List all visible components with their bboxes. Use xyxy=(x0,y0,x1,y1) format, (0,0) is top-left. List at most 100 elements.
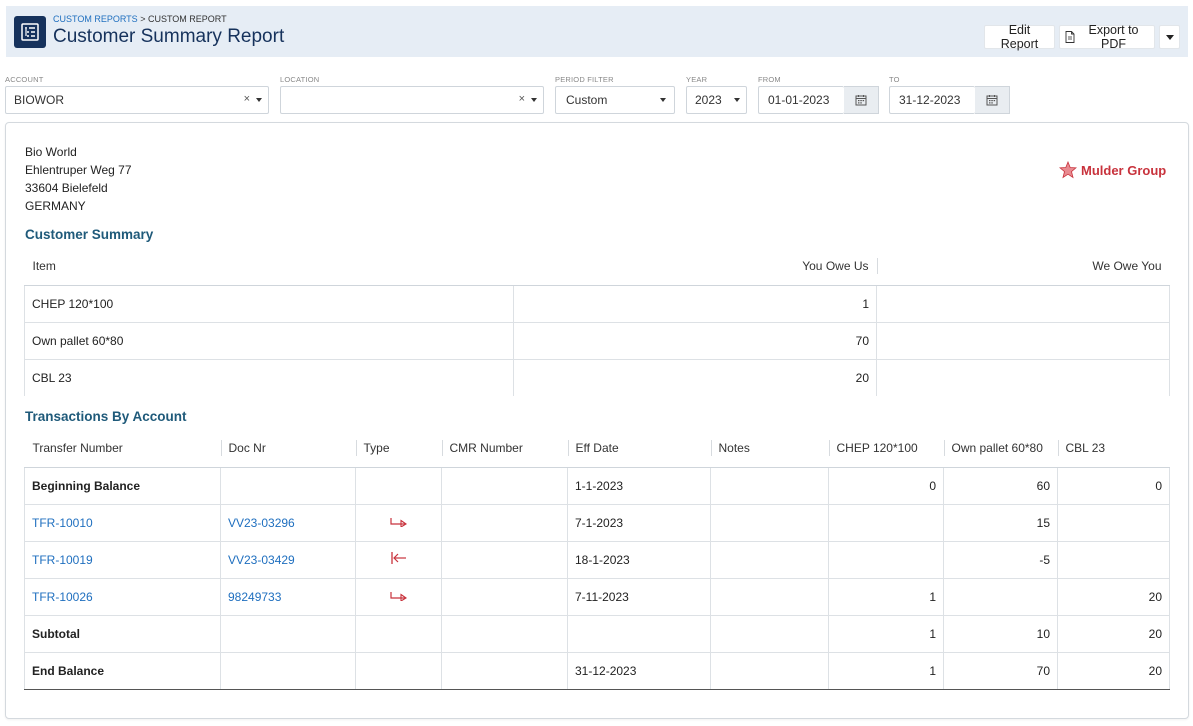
period-filter-select[interactable]: Custom xyxy=(555,86,675,114)
header-doc-nr: Doc Nr xyxy=(220,430,356,468)
chep-qty: 1 xyxy=(828,615,944,653)
breadcrumb-link-custom-reports[interactable]: CUSTOM REPORTS xyxy=(53,14,138,24)
doc-nr-link[interactable]: VV23-03429 xyxy=(220,541,356,579)
type-cell xyxy=(355,467,442,505)
doc-nr xyxy=(220,615,356,653)
type-cell xyxy=(355,652,442,690)
clear-account-icon[interactable]: × xyxy=(244,93,250,105)
summary-header-row: Item You Owe Us We Owe You xyxy=(24,248,1170,286)
notes xyxy=(710,652,829,690)
transfer-number-link[interactable]: TFR-10019 xyxy=(24,541,221,579)
year-label: YEAR xyxy=(686,75,708,84)
summary-item: CHEP 120*100 xyxy=(24,285,514,323)
doc-nr-link[interactable]: VV23-03296 xyxy=(220,504,356,542)
chep-qty xyxy=(828,504,944,542)
table-row: Subtotal 1 10 20 xyxy=(24,615,1170,653)
table-row: Own pallet 60*80 70 xyxy=(24,322,1170,360)
transfer-number-link[interactable]: TFR-10026 xyxy=(24,578,221,616)
summary-we-owe-you xyxy=(876,285,1170,323)
cmr-number xyxy=(441,504,568,542)
transfer-number: Subtotal xyxy=(24,615,221,653)
location-label: LOCATION xyxy=(280,75,320,84)
chevron-down-icon xyxy=(734,98,740,102)
export-pdf-button[interactable]: Export to PDF xyxy=(1059,23,1155,51)
header-notes: Notes xyxy=(710,430,829,468)
header-transfer-number: Transfer Number xyxy=(24,430,221,468)
to-date-input[interactable]: 31-12-2023 xyxy=(889,86,975,114)
type-cell xyxy=(355,578,442,616)
more-actions-dropdown[interactable] xyxy=(1159,25,1180,49)
doc-nr xyxy=(220,652,356,690)
chevron-down-icon xyxy=(531,98,537,102)
year-select[interactable]: 2023 xyxy=(686,86,747,114)
summary-you-owe-us: 70 xyxy=(513,322,877,360)
doc-nr-link[interactable]: 98249733 xyxy=(220,578,356,616)
account-select[interactable]: BIOWOR × xyxy=(5,86,269,114)
table-row: TFR-10019 VV23-03429 18-1-2023 -5 xyxy=(24,541,1170,579)
page-title: Customer Summary Report xyxy=(53,26,285,47)
transfer-number: Beginning Balance xyxy=(24,467,221,505)
summary-header-item: Item xyxy=(24,248,514,286)
clear-location-icon[interactable]: × xyxy=(519,93,525,105)
breadcrumb-separator: > xyxy=(137,14,148,24)
cbl-qty: 0 xyxy=(1057,467,1170,505)
page-header: CUSTOM REPORTS > CUSTOM REPORT Customer … xyxy=(6,6,1188,57)
type-cell xyxy=(355,504,442,542)
location-select[interactable]: × xyxy=(280,86,544,114)
summary-you-owe-us: 1 xyxy=(513,285,877,323)
summary-we-owe-you xyxy=(876,322,1170,360)
logo-text: Mulder Group xyxy=(1081,162,1167,178)
to-date-value: 31-12-2023 xyxy=(899,93,961,107)
star-logo-icon xyxy=(1059,161,1077,179)
report-list-icon xyxy=(14,16,46,48)
account-label: ACCOUNT xyxy=(5,75,44,84)
chep-qty xyxy=(828,541,944,579)
header-own-pallet: Own pallet 60*80 xyxy=(943,430,1058,468)
summary-header-you-owe-us: You Owe Us xyxy=(513,248,877,286)
notes xyxy=(710,504,829,542)
incoming-arrow-icon xyxy=(389,551,409,565)
transactions-header-row: Transfer Number Doc Nr Type CMR Number E… xyxy=(24,430,1170,468)
cbl-qty: 20 xyxy=(1057,578,1170,616)
outgoing-arrow-icon xyxy=(389,589,409,601)
customer-country: GERMANY xyxy=(25,199,86,213)
cbl-qty xyxy=(1057,541,1170,579)
customer-street: Ehlentruper Weg 77 xyxy=(25,163,132,177)
pdf-file-icon xyxy=(1065,31,1075,43)
own-pallet-qty: -5 xyxy=(943,541,1058,579)
customer-summary-title: Customer Summary xyxy=(25,227,154,242)
transfer-number: End Balance xyxy=(24,652,221,690)
header-eff-date: Eff Date xyxy=(567,430,711,468)
period-filter-label: PERIOD FILTER xyxy=(555,75,614,84)
cmr-number xyxy=(441,467,568,505)
year-value: 2023 xyxy=(695,93,722,107)
notes xyxy=(710,541,829,579)
eff-date xyxy=(567,615,711,653)
to-calendar-button[interactable] xyxy=(975,86,1010,114)
header-type: Type xyxy=(355,430,442,468)
transactions-title: Transactions By Account xyxy=(25,409,187,424)
caret-down-icon xyxy=(1165,34,1174,40)
eff-date: 7-1-2023 xyxy=(567,504,711,542)
period-filter-value: Custom xyxy=(566,93,608,107)
customer-city: 33604 Bielefeld xyxy=(25,181,108,195)
chep-qty: 1 xyxy=(828,652,944,690)
summary-we-owe-you xyxy=(876,359,1170,396)
from-date-input[interactable]: 01-01-2023 xyxy=(758,86,844,114)
table-row: CHEP 120*100 1 xyxy=(24,285,1170,323)
chep-qty: 1 xyxy=(828,578,944,616)
own-pallet-qty xyxy=(943,578,1058,616)
outgoing-arrow-icon xyxy=(389,515,409,527)
from-calendar-button[interactable] xyxy=(844,86,879,114)
account-value: BIOWOR xyxy=(14,93,64,107)
company-logo: Mulder Group xyxy=(1059,161,1166,179)
own-pallet-qty: 60 xyxy=(943,467,1058,505)
cmr-number xyxy=(441,615,568,653)
eff-date: 31-12-2023 xyxy=(567,652,711,690)
customer-name: Bio World xyxy=(25,145,77,159)
header-chep: CHEP 120*100 xyxy=(828,430,944,468)
summary-item: CBL 23 xyxy=(24,359,514,396)
transfer-number-link[interactable]: TFR-10010 xyxy=(24,504,221,542)
report-card: Bio World Ehlentruper Weg 77 33604 Biele… xyxy=(5,122,1189,719)
edit-report-button[interactable]: Edit Report xyxy=(984,23,1055,51)
